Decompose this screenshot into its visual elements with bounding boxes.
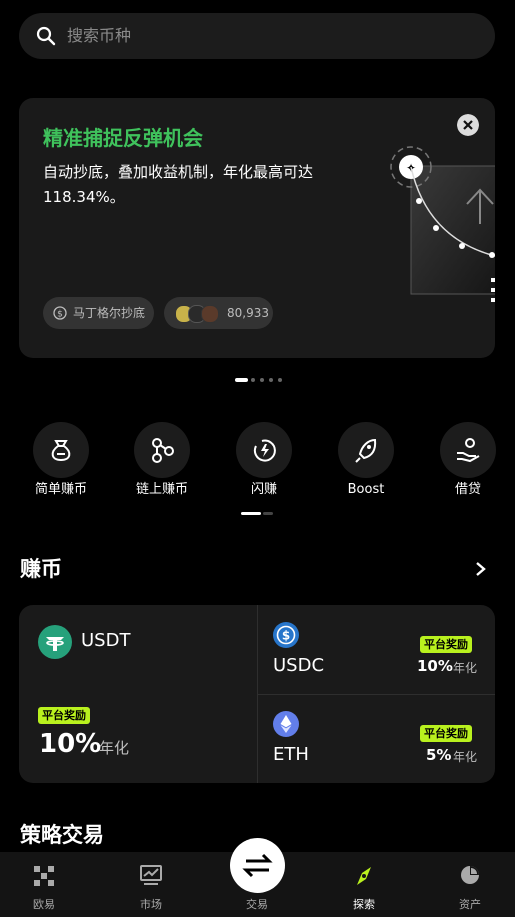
usdc-rate-suffix: 年化 xyxy=(453,661,478,675)
strategy-chip-label: 马丁格尔抄底 xyxy=(73,306,146,320)
simple-earn-label: 简单赚币 xyxy=(34,482,87,497)
pie-chart-icon xyxy=(461,866,479,884)
loan-label: 借贷 xyxy=(454,482,481,497)
strategy-chip[interactable]: $ 马丁格尔抄底 xyxy=(43,297,154,329)
page-indicator-active xyxy=(241,512,261,515)
banner-graphic: ✦ xyxy=(390,146,495,302)
chart-icon xyxy=(140,865,162,885)
simple-earn-button[interactable] xyxy=(33,422,89,478)
onchain-earn-button[interactable] xyxy=(134,422,190,478)
avatar xyxy=(201,305,219,323)
chevron-right-icon[interactable] xyxy=(474,561,488,577)
usdc-icon: $ xyxy=(273,622,299,648)
money-bag-icon xyxy=(51,440,71,462)
page-indicator-inactive xyxy=(263,512,273,515)
nav-label-okx: 欧易 xyxy=(33,898,55,911)
svg-text:$: $ xyxy=(57,310,63,320)
onchain-earn-label: 链上赚币 xyxy=(135,482,188,497)
boost-label: Boost xyxy=(347,482,385,497)
trade-button[interactable] xyxy=(230,838,285,893)
compass-icon xyxy=(357,867,371,885)
eth-rate: 5% xyxy=(426,746,452,764)
dollar-coin-icon: $ xyxy=(53,306,67,320)
platform-reward-badge: 平台奖励 xyxy=(420,725,472,742)
svg-text:$: $ xyxy=(282,629,290,643)
loan-button[interactable] xyxy=(440,422,496,478)
participants-count: 80,933 xyxy=(227,306,269,320)
hand-coin-icon xyxy=(457,438,480,463)
eth-rate-suffix: 年化 xyxy=(453,750,478,764)
banner-description: 自动抄底，叠加收益机制，年化最高可达118.34%。 xyxy=(43,163,314,206)
nav-label-assets: 资产 xyxy=(459,898,481,911)
flash-earn-label: 闪赚 xyxy=(250,482,277,497)
nav-label-explore: 探索 xyxy=(353,898,375,911)
usdt-rate: 10% xyxy=(39,729,102,759)
participants-chip[interactable]: 80,933 xyxy=(164,297,273,329)
usdc-rate: 10% xyxy=(417,657,453,675)
usdt-name: USDT xyxy=(81,630,131,651)
flash-earn-button[interactable] xyxy=(236,422,292,478)
usdt-icon xyxy=(38,625,72,659)
platform-reward-badge: 平台奖励 xyxy=(38,707,90,724)
strategy-section-title: 策略交易 xyxy=(20,823,104,847)
okx-logo-icon xyxy=(34,866,54,886)
banner-title: 精准捕捉反弹机会 xyxy=(43,126,203,150)
nav-label-market: 市场 xyxy=(140,898,162,911)
usdt-rate-suffix: 年化 xyxy=(99,739,130,757)
carousel-dots xyxy=(235,378,282,382)
chain-nodes-icon xyxy=(152,438,174,463)
earn-section-title: 赚币 xyxy=(20,557,62,581)
rocket-icon xyxy=(355,438,377,463)
swap-icon xyxy=(242,853,273,878)
usdc-name: USDC xyxy=(273,655,325,676)
boost-button[interactable] xyxy=(338,422,394,478)
eth-icon xyxy=(273,711,299,737)
flash-timer-icon xyxy=(253,439,276,462)
search-icon xyxy=(36,26,56,46)
close-icon[interactable] xyxy=(457,114,479,136)
nav-label-trade: 交易 xyxy=(246,898,268,911)
search-input[interactable]: 搜索币种 xyxy=(67,25,131,47)
platform-reward-badge: 平台奖励 xyxy=(420,636,472,653)
eth-name: ETH xyxy=(273,744,309,765)
